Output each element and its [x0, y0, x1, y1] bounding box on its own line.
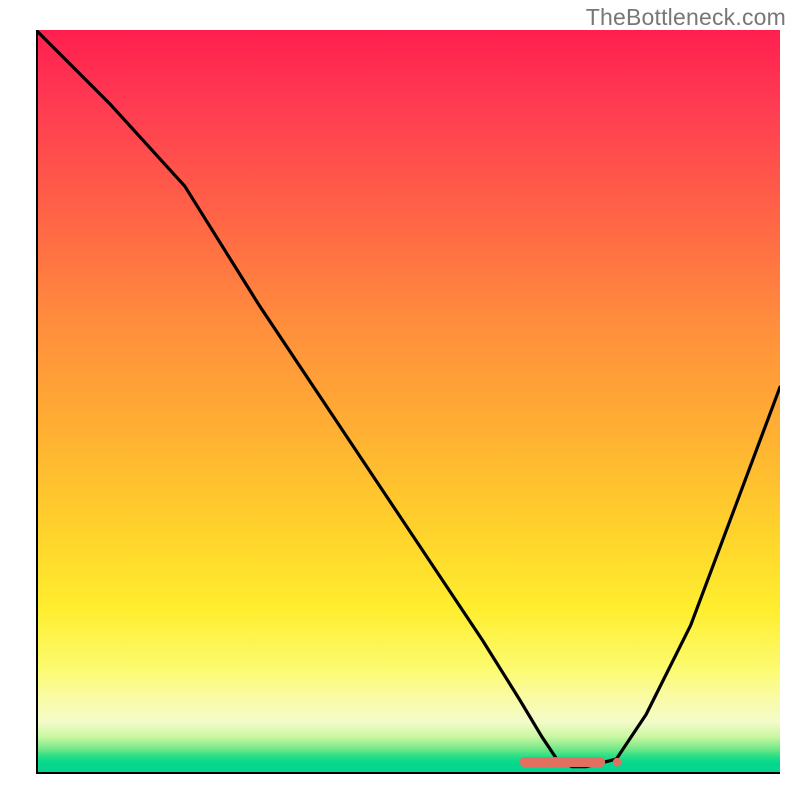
minimum-marker-pill — [520, 757, 606, 767]
bottleneck-curve — [36, 30, 780, 767]
curve-overlay — [36, 30, 780, 774]
plot-area — [36, 30, 780, 774]
chart-root: TheBottleneck.com — [0, 0, 800, 800]
minimum-marker-dot — [613, 758, 622, 767]
watermark-text: TheBottleneck.com — [586, 4, 786, 31]
